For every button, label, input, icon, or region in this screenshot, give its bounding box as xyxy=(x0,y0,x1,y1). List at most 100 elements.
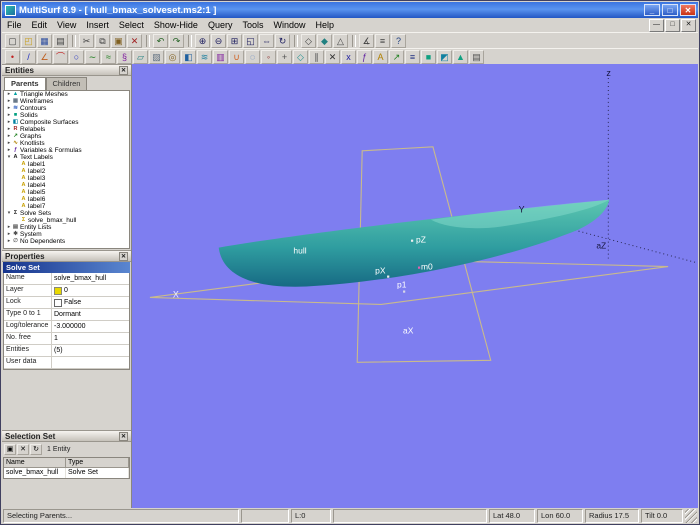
tree-item-label1[interactable]: Alabel1 xyxy=(4,161,129,168)
column-type[interactable]: Type xyxy=(66,458,129,468)
point-pX-marker[interactable] xyxy=(387,275,390,278)
property-value[interactable]: (5) xyxy=(52,345,129,356)
zoom-window-icon[interactable]: ⊞ xyxy=(227,33,242,48)
resize-grip[interactable] xyxy=(685,509,697,523)
property-value[interactable]: -3.000000 xyxy=(52,321,129,332)
undo-icon[interactable]: ↶ xyxy=(153,33,168,48)
property-value[interactable] xyxy=(52,357,129,368)
axis-label-x[interactable]: X xyxy=(173,289,179,299)
tree-item-label2[interactable]: Alabel2 xyxy=(4,168,129,175)
graph-icon[interactable]: ↗ xyxy=(389,49,404,64)
tree-item-solve-bmax-hull[interactable]: Σsolve_bmax_hull xyxy=(4,217,129,224)
swept-surface-icon[interactable]: ◧ xyxy=(181,49,196,64)
solid-icon[interactable]: ■ xyxy=(421,49,436,64)
plane-icon[interactable]: ◇ xyxy=(293,49,308,64)
circle-icon[interactable]: ○ xyxy=(69,49,84,64)
point-icon[interactable]: • xyxy=(5,49,20,64)
formula-icon[interactable]: ƒ xyxy=(357,49,372,64)
paste-icon[interactable]: ▣ xyxy=(111,33,126,48)
measure-icon[interactable]: ∡ xyxy=(359,33,374,48)
menu-help[interactable]: Help xyxy=(311,19,340,32)
tree-item-solids[interactable]: ▸ ■ Solids xyxy=(4,112,129,119)
tree-item-label7[interactable]: Alabel7 xyxy=(4,203,129,210)
mirror-icon[interactable]: ∥ xyxy=(309,49,324,64)
bead-icon[interactable]: ◦ xyxy=(261,49,276,64)
3d-viewport[interactable]: z Y X aZ hull pZ m0 pX p1 aX xyxy=(132,64,698,508)
axis-label-y[interactable]: Y xyxy=(519,205,525,215)
mdi-restore-button[interactable]: □ xyxy=(665,18,680,32)
menu-view[interactable]: View xyxy=(52,19,81,32)
contours-icon[interactable]: ≡ xyxy=(405,49,420,64)
refresh-selection-icon[interactable]: ↻ xyxy=(30,444,42,455)
label-hull[interactable]: hull xyxy=(293,246,306,256)
helix-icon[interactable]: § xyxy=(117,49,132,64)
label-aZ[interactable]: aZ xyxy=(596,241,606,251)
property-value[interactable]: 1 xyxy=(52,333,129,344)
copy-icon[interactable]: ⧉ xyxy=(95,33,110,48)
tree-item-label3[interactable]: Alabel3 xyxy=(4,175,129,182)
tree-item-label5[interactable]: Alabel5 xyxy=(4,189,129,196)
print-icon[interactable]: ▤ xyxy=(53,33,68,48)
ring-icon[interactable]: ◌ xyxy=(245,49,260,64)
property-value[interactable]: 0 xyxy=(52,285,129,296)
tree-item-graphs[interactable]: ▸ ↗ Graphs xyxy=(4,133,129,140)
point-pZ-marker[interactable] xyxy=(411,239,414,242)
delete-icon[interactable]: ✕ xyxy=(127,33,142,48)
polyline-icon[interactable]: ∠ xyxy=(37,49,52,64)
menu-select[interactable]: Select xyxy=(114,19,149,32)
property-value[interactable]: solve_bmax_hull xyxy=(52,273,129,284)
text-label-icon[interactable]: A xyxy=(373,49,388,64)
lock-checkbox[interactable] xyxy=(54,298,62,307)
maximize-button[interactable]: □ xyxy=(662,4,678,16)
b-curve-icon[interactable]: ∼ xyxy=(85,49,100,64)
tree-item-entity-lists[interactable]: ▸ ▤ Entity Lists xyxy=(4,224,129,231)
save-file-icon[interactable]: ▦ xyxy=(37,33,52,48)
tree-item-relabels[interactable]: ▸ R Relabels xyxy=(4,126,129,133)
label-pX[interactable]: pX xyxy=(375,266,386,276)
triangle-mesh-icon[interactable]: ▲ xyxy=(453,49,468,64)
menu-query[interactable]: Query xyxy=(203,19,238,32)
zoom-out-icon[interactable]: ⊖ xyxy=(211,33,226,48)
property-value[interactable]: False xyxy=(52,297,129,308)
close-button[interactable]: ✕ xyxy=(680,4,696,16)
label-m0[interactable]: m0 xyxy=(421,262,433,272)
selection-row-solve-bmax-hull[interactable]: solve_bmax_hull Solve Set xyxy=(4,468,129,478)
menu-window[interactable]: Window xyxy=(268,19,310,32)
label-p1[interactable]: p1 xyxy=(397,279,407,289)
zoom-fit-icon[interactable]: ◱ xyxy=(243,33,258,48)
menu-tools[interactable]: Tools xyxy=(237,19,268,32)
tree-item-label6[interactable]: Alabel6 xyxy=(4,196,129,203)
selection-grid-icon[interactable]: ▣ xyxy=(4,444,16,455)
properties-close-icon[interactable]: ✕ xyxy=(119,251,128,261)
tree-item-variables-formulas[interactable]: ▸ ƒ Variables & Formulas xyxy=(4,147,129,154)
pan-icon[interactable]: ⇔ xyxy=(259,33,274,48)
c-curve-icon[interactable]: ≈ xyxy=(101,49,116,64)
wireframe-display-icon[interactable]: ◇ xyxy=(301,33,316,48)
tree-item-knotlists[interactable]: ▸ ∿ Knotlists xyxy=(4,140,129,147)
mdi-close-button[interactable]: ✕ xyxy=(681,18,696,32)
revolution-surface-icon[interactable]: ◎ xyxy=(165,49,180,64)
minimize-button[interactable]: _ xyxy=(644,4,660,16)
entities-close-icon[interactable]: ✕ xyxy=(119,65,128,75)
cut-icon[interactable]: ✂ xyxy=(79,33,94,48)
blend-surface-icon[interactable]: ▥ xyxy=(213,49,228,64)
label-pZ[interactable]: pZ xyxy=(416,235,426,245)
magnet-icon[interactable]: ∪ xyxy=(229,49,244,64)
scene-svg[interactable]: z Y X aZ hull pZ m0 pX p1 aX xyxy=(132,64,698,508)
menu-edit[interactable]: Edit xyxy=(27,19,53,32)
knot-icon[interactable]: ✕ xyxy=(325,49,340,64)
ruled-surface-icon[interactable]: ▨ xyxy=(149,49,164,64)
tab-parents[interactable]: Parents xyxy=(4,77,46,90)
label-aX[interactable]: aX xyxy=(403,325,414,335)
redo-icon[interactable]: ↷ xyxy=(169,33,184,48)
rotate-view-icon[interactable]: ↻ xyxy=(275,33,290,48)
tree-item-triangle-meshes[interactable]: ▸ ▲ Triangle Meshes xyxy=(4,91,129,98)
entities-tree[interactable]: ▸ ▲ Triangle Meshes ▸ ▦ Wireframes ▸ ≋ Contours ▸… xyxy=(3,90,130,249)
help-icon[interactable]: ? xyxy=(391,33,406,48)
tree-item-wireframes[interactable]: ▸ ▦ Wireframes xyxy=(4,98,129,105)
point-p1-marker[interactable] xyxy=(403,290,406,293)
menu-file[interactable]: File xyxy=(2,19,27,32)
variable-icon[interactable]: x xyxy=(341,49,356,64)
mdi-minimize-button[interactable]: — xyxy=(649,18,664,32)
shaded-display-icon[interactable]: ◆ xyxy=(317,33,332,48)
